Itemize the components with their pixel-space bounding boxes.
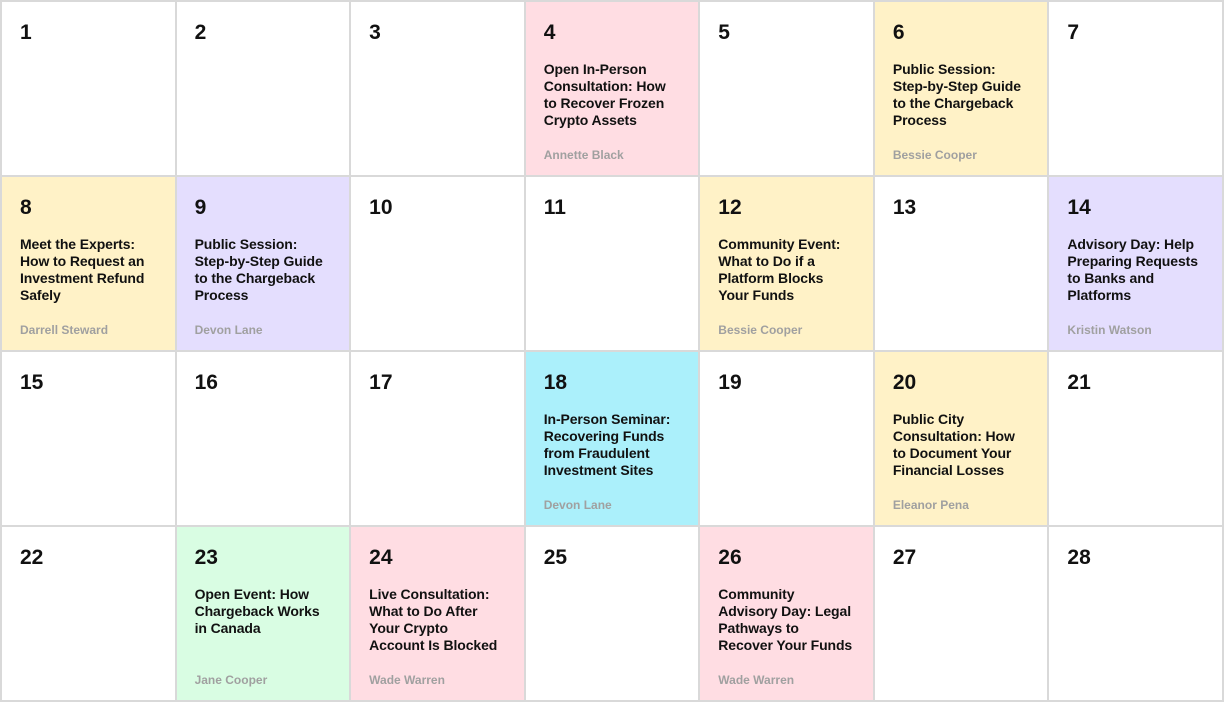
day-number: 19: [718, 371, 742, 394]
day-number: 26: [718, 546, 742, 569]
calendar-day-21[interactable]: 21: [1049, 352, 1222, 525]
day-number: 20: [892, 371, 917, 394]
event-host: Bessie Cooper: [718, 323, 803, 337]
event-host: Darrell Steward: [20, 323, 109, 337]
day-number: 7: [1067, 21, 1080, 44]
event-host: Wade Warren: [369, 673, 445, 687]
event-host: Annette Black: [543, 148, 624, 162]
event-host: Jane Cooper: [194, 673, 268, 687]
day-number: 12: [718, 196, 742, 219]
calendar-day-5[interactable]: 5: [700, 2, 873, 175]
calendar-day-27[interactable]: 27: [874, 527, 1048, 700]
event-host: Bessie Cooper: [892, 148, 977, 162]
day-number: 21: [1067, 371, 1091, 394]
event-host: Kristin Watson: [1067, 323, 1152, 337]
event-host: Devon Lane: [194, 323, 263, 337]
calendar-day-24[interactable]: 24 Live Consultation: What to Do After Y…: [351, 527, 524, 700]
day-number: 13: [892, 196, 917, 219]
day-number: 22: [20, 546, 44, 569]
calendar-day-3[interactable]: 3: [351, 2, 524, 175]
calendar-day-2[interactable]: 2: [176, 2, 350, 175]
event-title[interactable]: In-Person Seminar: Recovering Funds from…: [544, 411, 681, 479]
calendar-day-11[interactable]: 11: [525, 177, 699, 350]
calendar-day-19[interactable]: 19: [700, 352, 873, 525]
calendar-day-26[interactable]: 26 Community Advisory Day: Legal Pathway…: [700, 527, 873, 700]
day-number: 9: [194, 196, 207, 219]
event-title[interactable]: Advisory Day: Help Preparing Requests to…: [1067, 236, 1204, 304]
day-number: 15: [20, 371, 44, 394]
calendar-day-28[interactable]: 28: [1049, 527, 1222, 700]
event-host: Wade Warren: [718, 673, 795, 687]
calendar-day-9[interactable]: 9 Public Session: Step-by-Step Guide to …: [176, 177, 350, 350]
day-number: 25: [543, 546, 568, 569]
day-number: 14: [1067, 196, 1091, 219]
calendar-day-12[interactable]: 12 Community Event: What to Do if a Plat…: [700, 177, 873, 350]
calendar-day-22[interactable]: 22: [2, 527, 175, 700]
calendar-day-17[interactable]: 17: [351, 352, 524, 525]
calendar-day-18[interactable]: 18 In-Person Seminar: Recovering Funds f…: [525, 352, 699, 525]
event-title[interactable]: Live Consultation: What to Do After Your…: [369, 586, 506, 654]
event-host: Eleanor Pena: [892, 498, 969, 512]
event-title[interactable]: Open In-Person Consultation: How to Reco…: [544, 61, 681, 129]
event-title[interactable]: Meet the Experts: How to Request an Inve…: [20, 236, 157, 304]
calendar-day-8[interactable]: 8 Meet the Experts: How to Request an In…: [2, 177, 175, 350]
event-title[interactable]: Public Session: Step-by-Step Guide to th…: [195, 236, 332, 304]
event-title[interactable]: Public Session: Step-by-Step Guide to th…: [893, 61, 1030, 129]
event-title[interactable]: Community Advisory Day: Legal Pathways t…: [718, 586, 855, 654]
day-number: 2: [194, 21, 207, 44]
calendar-day-23[interactable]: 23 Open Event: How Chargeback Works in C…: [176, 527, 350, 700]
calendar-day-14[interactable]: 14 Advisory Day: Help Preparing Requests…: [1049, 177, 1222, 350]
event-title[interactable]: Community Event: What to Do if a Platfor…: [718, 236, 855, 304]
day-number: 27: [892, 546, 917, 569]
calendar-day-7[interactable]: 7: [1049, 2, 1222, 175]
calendar-grid: 1 2 3 4 Open In-Person Consultation: How…: [0, 0, 1224, 702]
day-number: 17: [369, 371, 393, 394]
day-number: 23: [194, 546, 218, 569]
day-number: 6: [892, 21, 905, 44]
calendar-day-4[interactable]: 4 Open In-Person Consultation: How to Re…: [525, 2, 699, 175]
day-number: 8: [20, 196, 32, 219]
event-title[interactable]: Open Event: How Chargeback Works in Cana…: [195, 586, 332, 637]
calendar-day-25[interactable]: 25: [525, 527, 699, 700]
calendar-day-13[interactable]: 13: [874, 177, 1048, 350]
day-number: 24: [369, 546, 393, 569]
day-number: 16: [194, 371, 218, 394]
calendar-day-20[interactable]: 20 Public City Consultation: How to Docu…: [874, 352, 1048, 525]
day-number: 5: [718, 21, 730, 44]
calendar-day-16[interactable]: 16: [176, 352, 350, 525]
calendar-day-15[interactable]: 15: [2, 352, 175, 525]
event-title[interactable]: Public City Consultation: How to Documen…: [893, 411, 1030, 479]
day-number: 4: [543, 21, 556, 44]
calendar-day-10[interactable]: 10: [351, 177, 524, 350]
day-number: 1: [20, 21, 32, 44]
calendar-day-1[interactable]: 1: [2, 2, 175, 175]
calendar-day-6[interactable]: 6 Public Session: Step-by-Step Guide to …: [874, 2, 1048, 175]
day-number: 11: [543, 196, 566, 219]
event-host: Devon Lane: [543, 498, 612, 512]
day-number: 3: [369, 21, 381, 44]
day-number: 28: [1067, 546, 1091, 569]
day-number: 18: [543, 371, 568, 394]
day-number: 10: [369, 196, 393, 219]
